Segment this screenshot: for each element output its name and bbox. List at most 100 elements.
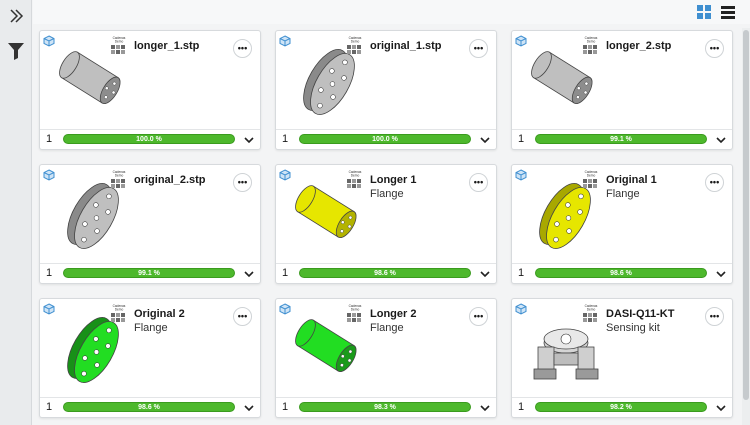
grid-view-icon[interactable] [697, 5, 711, 19]
more-options-button[interactable]: ••• [469, 307, 488, 326]
result-card[interactable]: Cadenas Demo original_1.stp ••• 1 100.0 … [275, 30, 497, 150]
card-footer: 1 100.0 % [276, 129, 496, 149]
similarity-value: 98.2 % [610, 404, 632, 411]
result-card[interactable]: Cadenas Demo longer_2.stp ••• 1 99.1 % [511, 30, 733, 150]
double-chevron-right-icon[interactable] [5, 5, 27, 27]
svg-text:Demo: Demo [587, 174, 596, 178]
card-title[interactable]: longer_2.stp [606, 40, 671, 52]
chevron-down-icon[interactable] [479, 267, 491, 279]
card-footer: 1 98.2 % [512, 397, 732, 417]
card-footer: 1 99.1 % [40, 263, 260, 283]
chevron-down-icon[interactable] [243, 133, 255, 145]
filter-icon[interactable] [5, 40, 27, 62]
more-options-button[interactable]: ••• [233, 307, 252, 326]
svg-text:Demo: Demo [587, 308, 596, 312]
more-options-button[interactable]: ••• [705, 307, 724, 326]
card-subtitle: Flange [606, 188, 640, 200]
similarity-value: 99.1 % [138, 270, 160, 277]
card-title[interactable]: longer_1.stp [134, 40, 199, 52]
svg-text:Demo: Demo [351, 40, 360, 44]
card-footer: 1 100.0 % [40, 129, 260, 149]
chevron-down-icon[interactable] [243, 267, 255, 279]
catalog-logo: Cadenas Demo [344, 169, 366, 191]
catalog-logo: Cadenas Demo [580, 35, 602, 57]
chevron-down-icon[interactable] [479, 133, 491, 145]
similarity-bar: 98.2 % [535, 402, 707, 412]
result-card[interactable]: Cadenas Demo DASI-Q11-KT Sensing kit •••… [511, 298, 733, 418]
quantity: 1 [46, 267, 53, 279]
result-card[interactable]: Cadenas Demo Original 1 Flange ••• 1 98.… [511, 164, 733, 284]
similarity-value: 98.3 % [374, 404, 396, 411]
similarity-value: 98.6 % [138, 404, 160, 411]
card-subtitle: Flange [134, 322, 168, 334]
card-footer: 1 99.1 % [512, 129, 732, 149]
similarity-bar: 99.1 % [63, 268, 235, 278]
quantity: 1 [46, 401, 53, 413]
more-options-button[interactable]: ••• [233, 173, 252, 192]
similarity-bar: 100.0 % [63, 134, 235, 144]
card-subtitle: Flange [370, 188, 404, 200]
similarity-value: 98.6 % [610, 270, 632, 277]
catalog-logo: Cadenas Demo [108, 169, 130, 191]
more-options-button[interactable]: ••• [233, 39, 252, 58]
card-title[interactable]: original_2.stp [134, 174, 206, 186]
similarity-value: 100.0 % [372, 136, 398, 143]
card-subtitle: Flange [370, 322, 404, 334]
quantity: 1 [282, 133, 289, 145]
result-card[interactable]: Cadenas Demo Longer 1 Flange ••• 1 98.6 … [275, 164, 497, 284]
card-title[interactable]: DASI-Q11-KT [606, 308, 674, 320]
result-card[interactable]: Cadenas Demo Longer 2 Flange ••• 1 98.3 … [275, 298, 497, 418]
chevron-down-icon[interactable] [479, 401, 491, 413]
result-card[interactable]: Cadenas Demo Original 2 Flange ••• 1 98.… [39, 298, 261, 418]
list-view-icon[interactable] [721, 5, 735, 19]
chevron-down-icon[interactable] [715, 133, 727, 145]
catalog-logo: Cadenas Demo [108, 303, 130, 325]
more-options-button[interactable]: ••• [705, 173, 724, 192]
more-options-button[interactable]: ••• [469, 173, 488, 192]
card-title[interactable]: Original 2 [134, 308, 185, 320]
more-options-button[interactable]: ••• [705, 39, 724, 58]
similarity-value: 98.6 % [374, 270, 396, 277]
scrollbar-thumb[interactable] [743, 30, 749, 400]
chevron-down-icon[interactable] [715, 401, 727, 413]
card-subtitle: Sensing kit [606, 322, 660, 334]
similarity-value: 99.1 % [610, 136, 632, 143]
card-footer: 1 98.6 % [276, 263, 496, 283]
svg-text:Demo: Demo [115, 174, 124, 178]
card-title[interactable]: original_1.stp [370, 40, 442, 52]
similarity-bar: 98.3 % [299, 402, 471, 412]
similarity-bar: 99.1 % [535, 134, 707, 144]
result-card[interactable]: Cadenas Demo longer_1.stp ••• 1 100.0 % [39, 30, 261, 150]
catalog-logo: Cadenas Demo [108, 35, 130, 57]
card-footer: 1 98.3 % [276, 397, 496, 417]
chevron-down-icon[interactable] [715, 267, 727, 279]
card-footer: 1 98.6 % [512, 263, 732, 283]
card-title[interactable]: Longer 1 [370, 174, 416, 186]
card-footer: 1 98.6 % [40, 397, 260, 417]
quantity: 1 [518, 267, 525, 279]
catalog-logo: Cadenas Demo [580, 169, 602, 191]
result-card[interactable]: Cadenas Demo original_2.stp ••• 1 99.1 % [39, 164, 261, 284]
quantity: 1 [46, 133, 53, 145]
similarity-bar: 98.6 % [299, 268, 471, 278]
svg-text:Demo: Demo [115, 308, 124, 312]
quantity: 1 [282, 401, 289, 413]
svg-text:Demo: Demo [351, 174, 360, 178]
quantity: 1 [518, 133, 525, 145]
catalog-logo: Cadenas Demo [580, 303, 602, 325]
similarity-bar: 100.0 % [299, 134, 471, 144]
more-options-button[interactable]: ••• [469, 39, 488, 58]
card-title[interactable]: Longer 2 [370, 308, 416, 320]
card-title[interactable]: Original 1 [606, 174, 657, 186]
quantity: 1 [518, 401, 525, 413]
catalog-logo: Cadenas Demo [344, 35, 366, 57]
quantity: 1 [282, 267, 289, 279]
catalog-logo: Cadenas Demo [344, 303, 366, 325]
similarity-bar: 98.6 % [535, 268, 707, 278]
svg-text:Demo: Demo [115, 40, 124, 44]
chevron-down-icon[interactable] [243, 401, 255, 413]
svg-text:Demo: Demo [587, 40, 596, 44]
similarity-bar: 98.6 % [63, 402, 235, 412]
toolbar [33, 0, 750, 24]
svg-text:Demo: Demo [351, 308, 360, 312]
